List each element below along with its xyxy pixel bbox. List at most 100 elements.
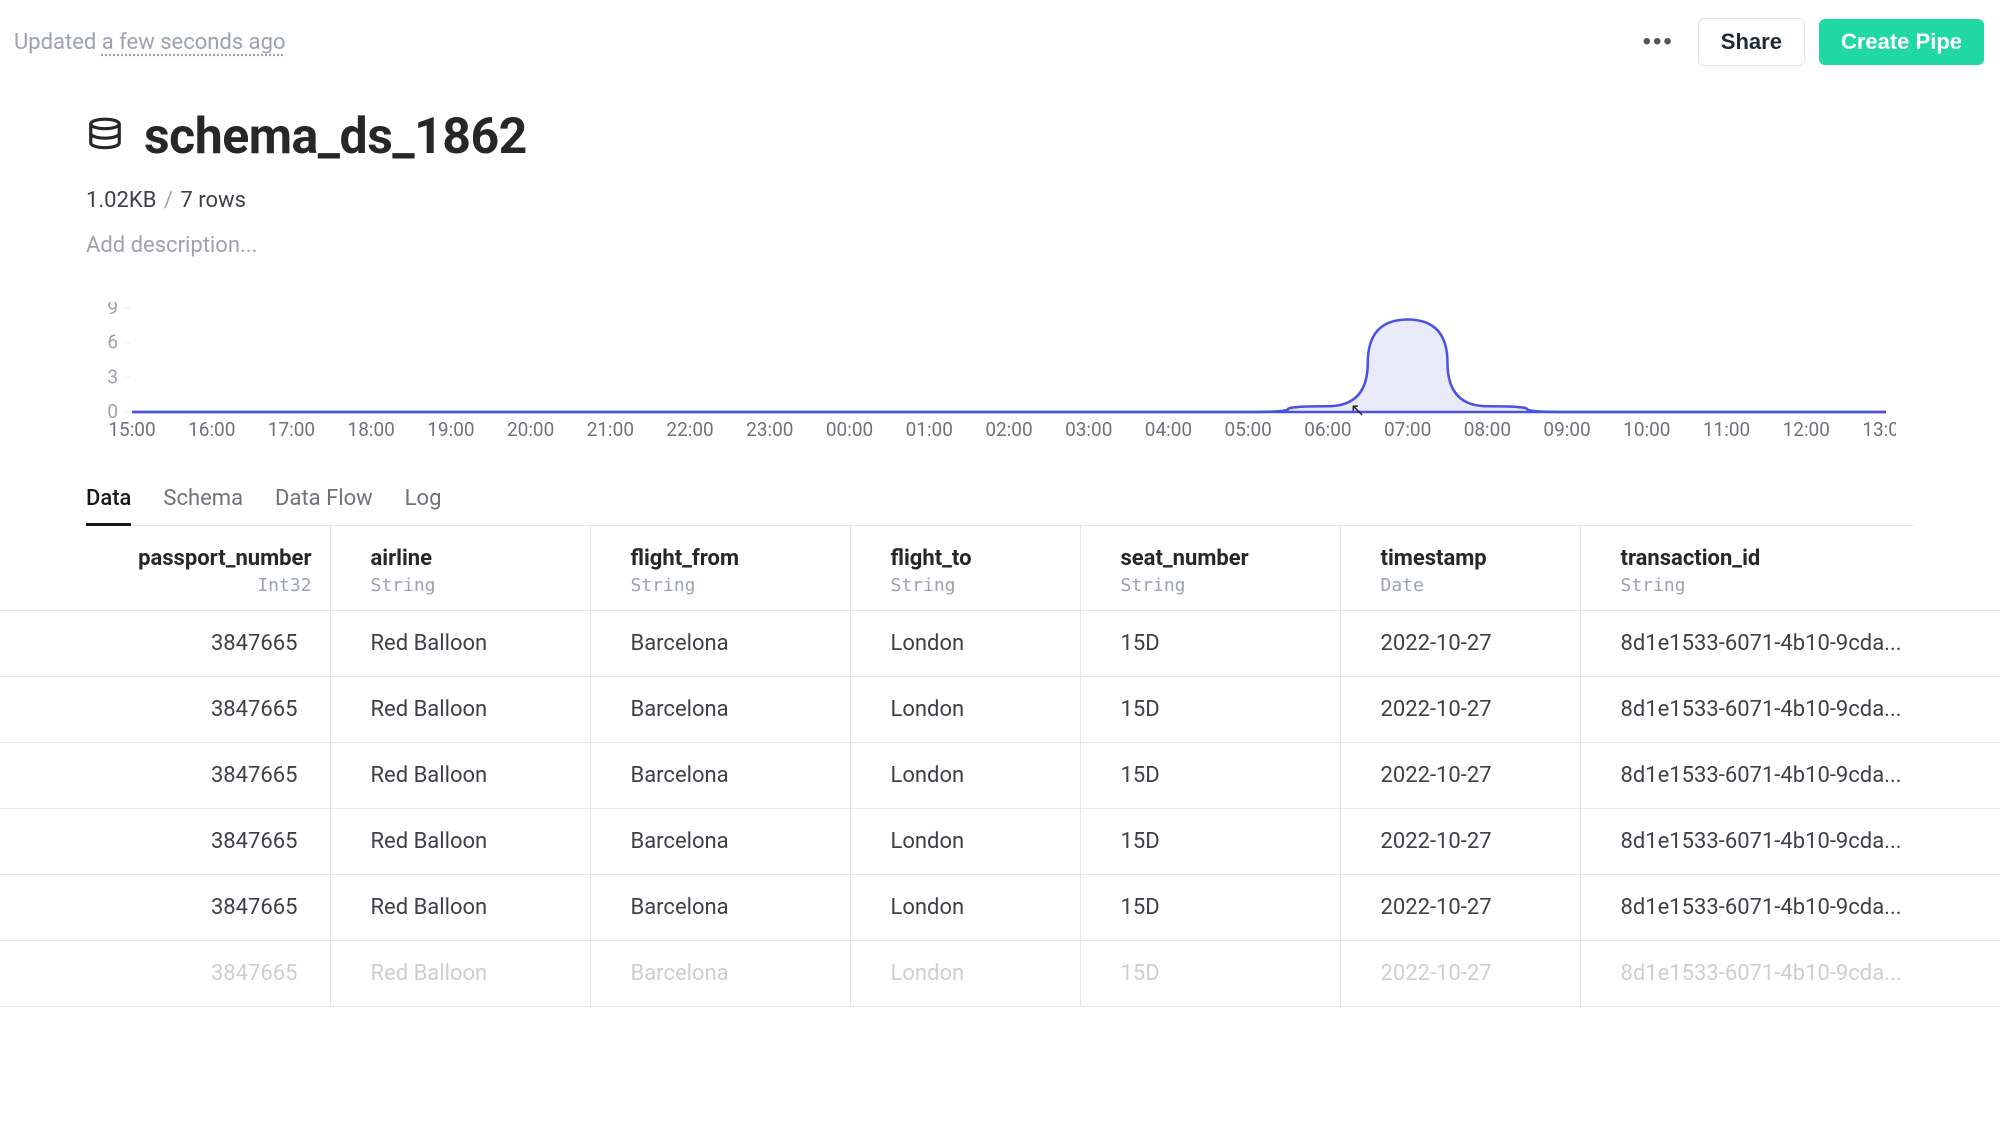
cell-seat_number: 15D bbox=[1080, 941, 1340, 1007]
svg-text:3: 3 bbox=[107, 365, 118, 388]
meta-separator: / bbox=[164, 188, 173, 213]
cell-timestamp: 2022-10-27 bbox=[1340, 941, 1580, 1007]
cell-flight_from: Barcelona bbox=[590, 941, 850, 1007]
svg-text:08:00: 08:00 bbox=[1464, 418, 1511, 441]
svg-text:12:00: 12:00 bbox=[1783, 418, 1830, 441]
cell-transaction_id: 8d1e1533-6071-4b10-9cda... bbox=[1580, 677, 2000, 743]
create-pipe-button[interactable]: Create Pipe bbox=[1819, 19, 1984, 65]
cell-passport_number: 3847665 bbox=[0, 809, 330, 875]
cell-airline: Red Balloon bbox=[330, 875, 590, 941]
cell-flight_from: Barcelona bbox=[590, 809, 850, 875]
meta-rows: 7 rows bbox=[180, 188, 246, 213]
svg-text:9: 9 bbox=[107, 302, 118, 319]
table-row[interactable]: 3847665Red BalloonBarcelonaLondon15D2022… bbox=[0, 611, 2000, 677]
svg-text:09:00: 09:00 bbox=[1543, 418, 1590, 441]
svg-text:21:00: 21:00 bbox=[587, 418, 634, 441]
cell-seat_number: 15D bbox=[1080, 743, 1340, 809]
cell-seat_number: 15D bbox=[1080, 611, 1340, 677]
cell-airline: Red Balloon bbox=[330, 743, 590, 809]
table-row[interactable]: 3847665Red BalloonBarcelonaLondon15D2022… bbox=[0, 875, 2000, 941]
updated-ago: a few seconds ago bbox=[102, 30, 286, 55]
cell-timestamp: 2022-10-27 bbox=[1340, 677, 1580, 743]
cell-flight_from: Barcelona bbox=[590, 743, 850, 809]
svg-text:01:00: 01:00 bbox=[906, 418, 953, 441]
svg-text:02:00: 02:00 bbox=[985, 418, 1032, 441]
svg-text:11:00: 11:00 bbox=[1703, 418, 1750, 441]
svg-text:15:00: 15:00 bbox=[108, 418, 155, 441]
cell-transaction_id: 8d1e1533-6071-4b10-9cda... bbox=[1580, 875, 2000, 941]
tab-log[interactable]: Log bbox=[405, 486, 442, 525]
more-menu-button[interactable]: ••• bbox=[1633, 22, 1684, 62]
cell-seat_number: 15D bbox=[1080, 875, 1340, 941]
cell-flight_to: London bbox=[850, 611, 1080, 677]
cell-passport_number: 3847665 bbox=[0, 611, 330, 677]
svg-text:22:00: 22:00 bbox=[666, 418, 713, 441]
main-content: schema_ds_1862 1.02KB / 7 rows Add descr… bbox=[0, 84, 2000, 1007]
cell-timestamp: 2022-10-27 bbox=[1340, 809, 1580, 875]
svg-text:07:00: 07:00 bbox=[1384, 418, 1431, 441]
col-passport_number[interactable]: passport_number Int32 bbox=[0, 526, 330, 611]
cell-timestamp: 2022-10-27 bbox=[1340, 611, 1580, 677]
page-title: schema_ds_1862 bbox=[144, 108, 527, 166]
data-table: passport_number Int32 airline String fli… bbox=[0, 526, 2000, 1007]
meta-row: 1.02KB / 7 rows bbox=[86, 188, 1914, 213]
cell-transaction_id: 8d1e1533-6071-4b10-9cda... bbox=[1580, 611, 2000, 677]
col-transaction_id[interactable]: transaction_id String bbox=[1580, 526, 2000, 611]
description-input[interactable]: Add description... bbox=[86, 233, 1914, 258]
svg-text:17:00: 17:00 bbox=[268, 418, 315, 441]
table-row[interactable]: 3847665Red BalloonBarcelonaLondon15D2022… bbox=[0, 941, 2000, 1007]
cell-flight_from: Barcelona bbox=[590, 875, 850, 941]
cell-flight_from: Barcelona bbox=[590, 677, 850, 743]
table-row[interactable]: 3847665Red BalloonBarcelonaLondon15D2022… bbox=[0, 677, 2000, 743]
updated-prefix: Updated bbox=[14, 30, 102, 55]
cell-flight_to: London bbox=[850, 941, 1080, 1007]
tab-data-flow[interactable]: Data Flow bbox=[275, 486, 373, 525]
cell-airline: Red Balloon bbox=[330, 677, 590, 743]
svg-text:04:00: 04:00 bbox=[1145, 418, 1192, 441]
svg-text:6: 6 bbox=[107, 331, 118, 354]
topbar: Updated a few seconds ago ••• Share Crea… bbox=[0, 0, 2000, 84]
cell-passport_number: 3847665 bbox=[0, 875, 330, 941]
cell-flight_from: Barcelona bbox=[590, 611, 850, 677]
svg-text:10:00: 10:00 bbox=[1623, 418, 1670, 441]
col-flight_from[interactable]: flight_from String bbox=[590, 526, 850, 611]
cell-timestamp: 2022-10-27 bbox=[1340, 743, 1580, 809]
col-airline[interactable]: airline String bbox=[330, 526, 590, 611]
cell-airline: Red Balloon bbox=[330, 941, 590, 1007]
title-row: schema_ds_1862 bbox=[86, 108, 1914, 166]
svg-text:06:00: 06:00 bbox=[1304, 418, 1351, 441]
cell-airline: Red Balloon bbox=[330, 611, 590, 677]
col-timestamp[interactable]: timestamp Date bbox=[1340, 526, 1580, 611]
svg-text:05:00: 05:00 bbox=[1225, 418, 1272, 441]
cell-timestamp: 2022-10-27 bbox=[1340, 875, 1580, 941]
meta-size: 1.02KB bbox=[86, 188, 156, 213]
tabs: Data Schema Data Flow Log bbox=[86, 486, 1914, 526]
cell-seat_number: 15D bbox=[1080, 677, 1340, 743]
cell-airline: Red Balloon bbox=[330, 809, 590, 875]
cell-transaction_id: 8d1e1533-6071-4b10-9cda... bbox=[1580, 809, 2000, 875]
col-flight_to[interactable]: flight_to String bbox=[850, 526, 1080, 611]
cell-flight_to: London bbox=[850, 677, 1080, 743]
cell-flight_to: London bbox=[850, 743, 1080, 809]
cell-flight_to: London bbox=[850, 875, 1080, 941]
cell-seat_number: 15D bbox=[1080, 809, 1340, 875]
svg-text:20:00: 20:00 bbox=[507, 418, 554, 441]
more-icon: ••• bbox=[1643, 28, 1674, 55]
tab-data[interactable]: Data bbox=[86, 486, 131, 525]
datasource-icon bbox=[86, 114, 124, 160]
topbar-actions: ••• Share Create Pipe bbox=[1633, 18, 1984, 66]
ingestion-chart[interactable]: 036915:0016:0017:0018:0019:0020:0021:002… bbox=[86, 302, 1896, 442]
cell-passport_number: 3847665 bbox=[0, 743, 330, 809]
updated-status: Updated a few seconds ago bbox=[14, 30, 286, 55]
table-row[interactable]: 3847665Red BalloonBarcelonaLondon15D2022… bbox=[0, 809, 2000, 875]
cell-passport_number: 3847665 bbox=[0, 941, 330, 1007]
svg-text:00:00: 00:00 bbox=[826, 418, 873, 441]
svg-text:13:00: 13:00 bbox=[1862, 418, 1896, 441]
svg-text:19:00: 19:00 bbox=[427, 418, 474, 441]
share-button[interactable]: Share bbox=[1698, 18, 1805, 66]
table-header-row: passport_number Int32 airline String fli… bbox=[0, 526, 2000, 611]
tab-schema[interactable]: Schema bbox=[163, 486, 243, 525]
cell-flight_to: London bbox=[850, 809, 1080, 875]
col-seat_number[interactable]: seat_number String bbox=[1080, 526, 1340, 611]
table-row[interactable]: 3847665Red BalloonBarcelonaLondon15D2022… bbox=[0, 743, 2000, 809]
